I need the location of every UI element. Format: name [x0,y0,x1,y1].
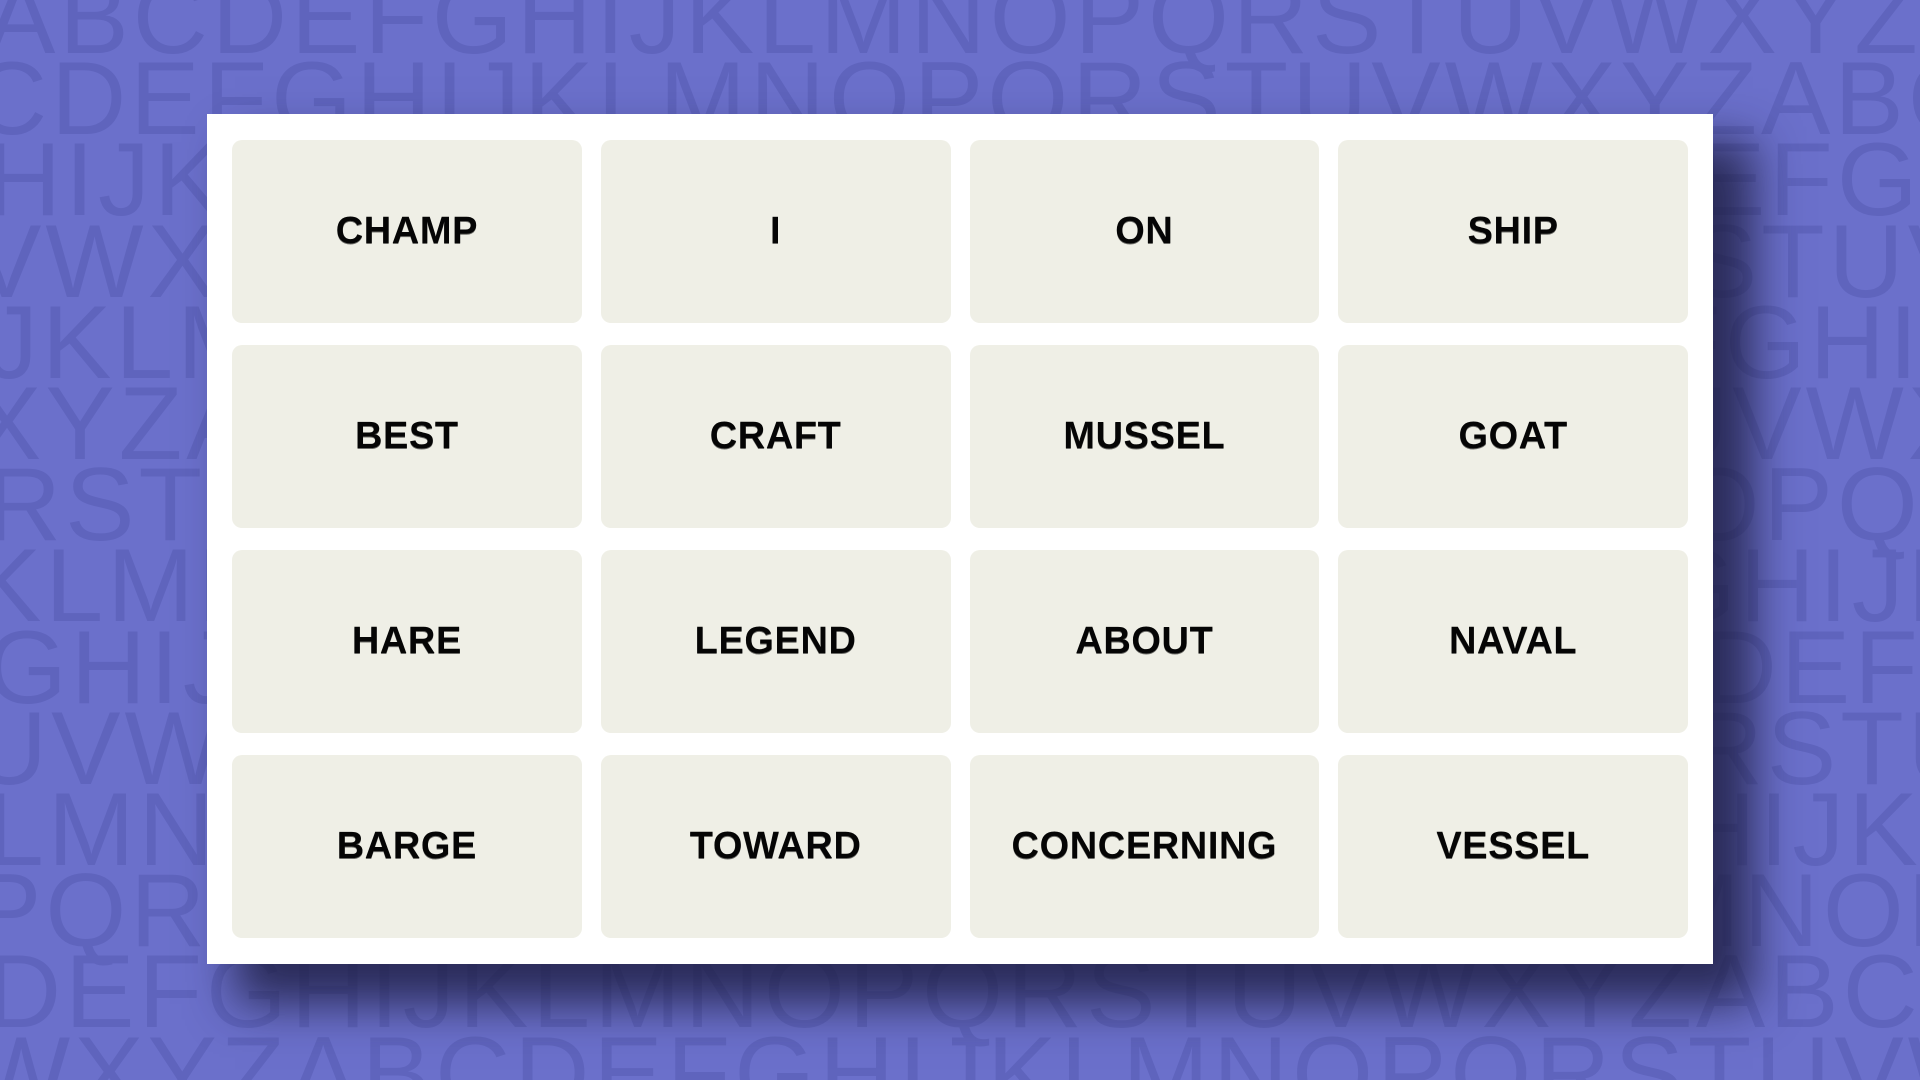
puzzle-board: CHAMP I ON SHIP BEST CRAFT MUSSEL GOAT HARE LEGEN… [207,114,1713,964]
word-tile[interactable]: ABOUT [969,550,1320,733]
word-tile[interactable]: NAVAL [1338,550,1688,733]
word-tile-label: CONCERNING [1011,825,1278,867]
word-tile[interactable]: ON [969,140,1320,323]
word-tile-label: TOWARD [689,825,862,867]
word-tile-label: BARGE [336,825,477,867]
word-tile[interactable]: SHIP [1338,140,1688,323]
word-tile-label: ON [1115,210,1174,252]
word-tile[interactable]: I [600,140,951,323]
background-pattern-row: ABCDEFGHIJKLMNOPQRSTUVWXYZABCDEF [0,0,1920,76]
word-tile[interactable]: GOAT [1338,345,1688,528]
word-tile[interactable]: VESSEL [1338,755,1688,938]
word-tile-label: ABOUT [1075,620,1214,662]
background-pattern-row: WXYZABCDEFGHIJKLMNOPQRSTUVWXYZAB [0,1015,1920,1080]
app-stage: ABCDEFGHIJKLMNOPQRSTUVWXYZABCDEFCDEFGHIJ… [0,0,1920,1080]
word-tile-label: LEGEND [694,620,857,662]
word-tile-label: GOAT [1458,415,1568,457]
word-tile[interactable]: CRAFT [600,345,951,528]
word-tile-label: SHIP [1467,210,1559,252]
word-tile-label: CHAMP [335,210,479,252]
word-tile-label: CRAFT [709,415,842,457]
word-tile[interactable]: MUSSEL [969,345,1320,528]
word-tile-grid: CHAMP I ON SHIP BEST CRAFT MUSSEL GOAT HARE LEGEN… [232,140,1688,938]
word-tile-label: I [770,210,782,252]
word-tile[interactable]: BARGE [232,755,582,938]
word-tile-label: NAVAL [1449,620,1578,662]
word-tile-label: BEST [355,415,459,457]
word-tile[interactable]: HARE [232,550,582,733]
word-tile[interactable]: TOWARD [600,755,951,938]
word-tile-label: MUSSEL [1063,415,1226,457]
word-tile-label: HARE [351,620,462,662]
word-tile[interactable]: CONCERNING [969,755,1320,938]
word-tile[interactable]: CHAMP [232,140,582,323]
word-tile[interactable]: LEGEND [600,550,951,733]
word-tile[interactable]: BEST [232,345,582,528]
word-tile-label: VESSEL [1436,825,1590,867]
